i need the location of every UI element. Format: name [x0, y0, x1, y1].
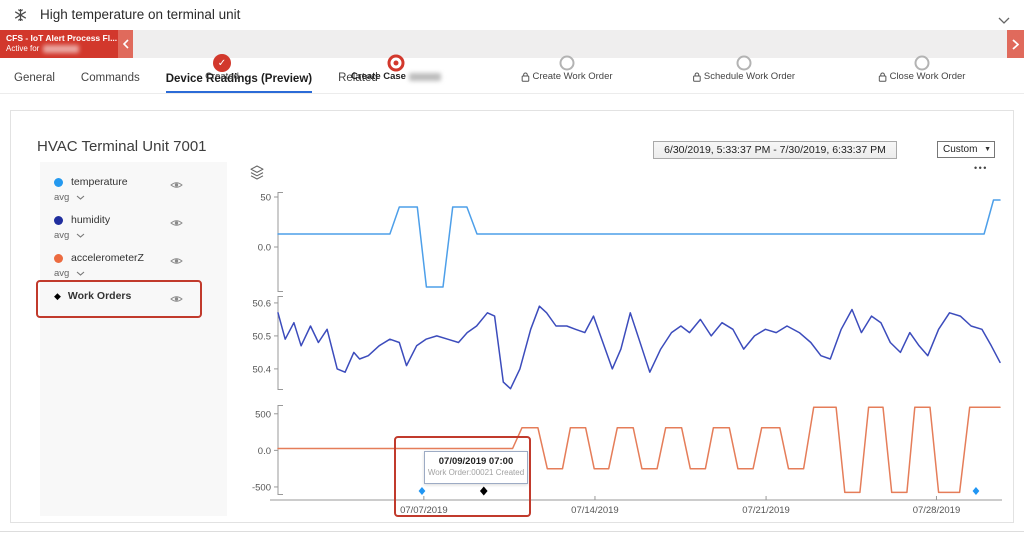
- stack-layers-icon[interactable]: [250, 165, 264, 185]
- stage-label-schedule-work-order[interactable]: Schedule Work Order: [693, 71, 795, 82]
- work-order-tooltip: 07/09/2019 07:00 Work Order:00021 Create…: [424, 451, 528, 484]
- eye-icon[interactable]: [170, 291, 183, 309]
- device-title: HVAC Terminal Unit 7001: [37, 138, 207, 155]
- process-status: Active for: [6, 44, 39, 53]
- tab-device-readings[interactable]: Device Readings (Preview): [166, 73, 312, 94]
- stage-schedule-work-order-dot[interactable]: [737, 56, 752, 71]
- business-process-flow: CFS - IoT Alert Process Fl... Active for…: [0, 30, 1024, 58]
- svg-text:07/14/2019: 07/14/2019: [571, 505, 619, 516]
- time-range-select[interactable]: Custom▼: [937, 141, 995, 158]
- svg-text:07/21/2019: 07/21/2019: [742, 505, 790, 516]
- aggregation-dropdown[interactable]: avg: [54, 230, 227, 241]
- process-flyout[interactable]: CFS - IoT Alert Process Fl... Active for: [0, 30, 118, 58]
- tooltip-event: Work Order:00021 Created: [425, 468, 527, 477]
- stage-created-dot[interactable]: ✓: [213, 54, 231, 72]
- temperature-color-dot: [54, 178, 63, 187]
- chevron-down-icon: [76, 195, 85, 200]
- legend-item-humidity[interactable]: humidity avg: [40, 214, 227, 241]
- svg-text:0.0: 0.0: [258, 243, 271, 254]
- tab-general[interactable]: General: [14, 72, 55, 93]
- accelerometerZ-color-dot: [54, 254, 63, 263]
- form-tabs: General Commands Device Readings (Previe…: [0, 58, 1024, 94]
- work-orders-diamond-icon: ◆: [54, 292, 61, 301]
- process-scroll-right-button[interactable]: [1007, 30, 1024, 58]
- lock-icon: [879, 72, 887, 82]
- lock-icon: [693, 72, 701, 82]
- svg-text:50.4: 50.4: [253, 364, 272, 375]
- redacted-text: [43, 45, 79, 53]
- svg-text:07/07/2019: 07/07/2019: [400, 505, 448, 516]
- legend-item-accelerometerZ[interactable]: accelerometerZ avg: [40, 252, 227, 279]
- select-caret-icon: ▼: [984, 146, 991, 153]
- svg-text:50.5: 50.5: [253, 331, 272, 342]
- date-range-button[interactable]: 6/30/2019, 5:33:37 PM - 7/30/2019, 6:33:…: [653, 141, 897, 159]
- chevron-down-icon: [76, 233, 85, 238]
- stage-label-create-case[interactable]: Create Case: [351, 71, 441, 82]
- svg-text:500: 500: [255, 409, 271, 420]
- legend-item-temperature[interactable]: temperature avg: [40, 176, 227, 203]
- stage-label-create-work-order[interactable]: Create Work Order: [521, 71, 612, 82]
- process-name: CFS - IoT Alert Process Fl...: [6, 33, 112, 43]
- stage-create-case-dot[interactable]: [388, 55, 405, 72]
- svg-text:0.0: 0.0: [258, 446, 271, 457]
- eye-icon[interactable]: [170, 253, 183, 271]
- legend-item-work-orders[interactable]: ◆ Work Orders: [40, 290, 227, 302]
- eye-icon[interactable]: [170, 177, 183, 195]
- device-readings-chart[interactable]: 50 0.0 50.6 50.5 50.4 500 0.0 -500 07/07/2019 07/…: [240, 188, 1010, 523]
- tooltip-date: 07/09/2019 07:00: [425, 456, 527, 467]
- stage-create-work-order-dot[interactable]: [560, 56, 575, 71]
- more-options-icon[interactable]: •••: [974, 163, 988, 173]
- svg-text:50.6: 50.6: [253, 298, 272, 309]
- stage-label-created[interactable]: Created: [205, 71, 239, 82]
- chevron-down-icon[interactable]: [998, 11, 1010, 29]
- page-title: High temperature on terminal unit: [40, 7, 240, 22]
- stage-label-close-work-order[interactable]: Close Work Order: [879, 71, 966, 82]
- process-scroll-left-button[interactable]: [118, 30, 133, 58]
- chevron-down-icon: [76, 271, 85, 276]
- stage-close-work-order-dot[interactable]: [915, 56, 930, 71]
- record-header: High temperature on terminal unit: [0, 0, 1024, 30]
- divider: [0, 531, 1024, 532]
- svg-text:50: 50: [260, 193, 271, 204]
- tab-commands[interactable]: Commands: [81, 72, 140, 93]
- lock-icon: [521, 72, 529, 82]
- eye-icon[interactable]: [170, 215, 183, 233]
- aggregation-dropdown[interactable]: avg: [54, 268, 227, 279]
- series-legend: temperature avg humidity avg: [40, 162, 227, 516]
- svg-text:-500: -500: [252, 482, 271, 493]
- redacted-text: [409, 73, 441, 81]
- humidity-color-dot: [54, 216, 63, 225]
- aggregation-dropdown[interactable]: avg: [54, 192, 227, 203]
- iot-alert-icon: [13, 7, 28, 28]
- svg-text:07/28/2019: 07/28/2019: [913, 505, 961, 516]
- app-window: High temperature on terminal unit CFS - …: [0, 0, 1024, 550]
